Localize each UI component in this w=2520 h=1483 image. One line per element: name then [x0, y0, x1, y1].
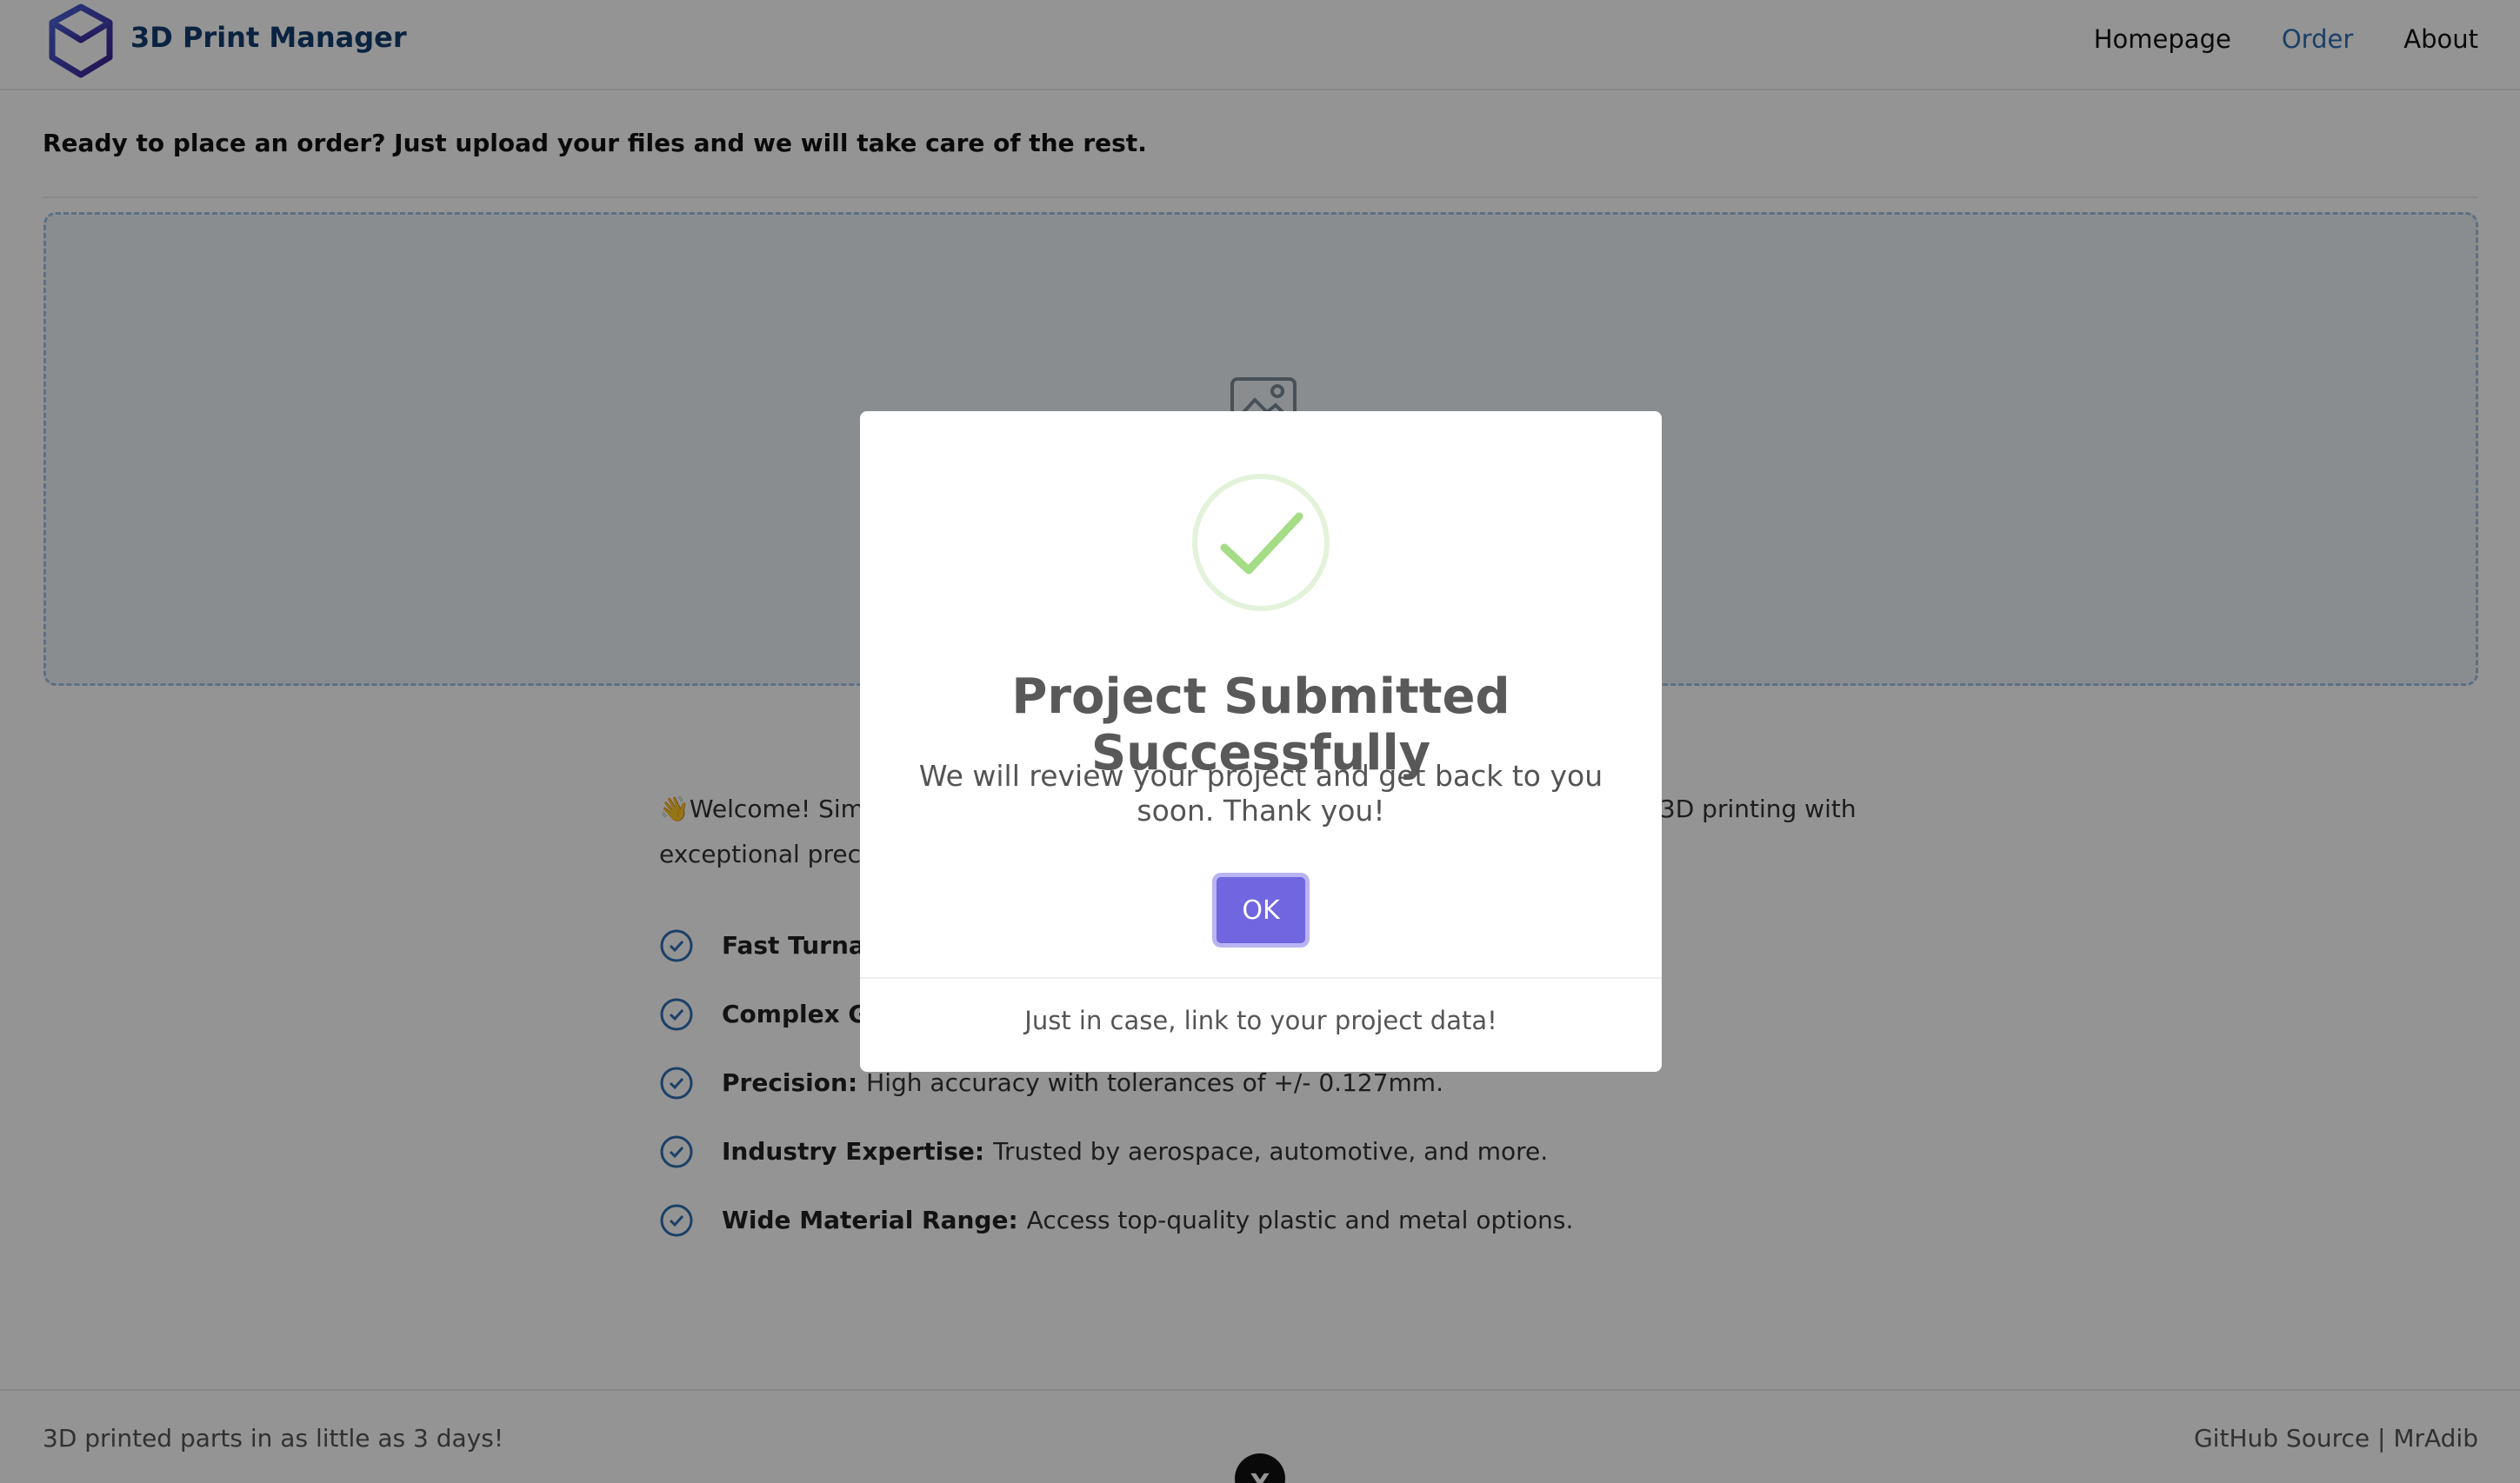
- project-data-link[interactable]: Just in case, link to your project data!: [1024, 1006, 1497, 1035]
- dialog-message: We will review your project and get back…: [918, 759, 1603, 828]
- success-check-icon: [1192, 474, 1330, 611]
- ok-button[interactable]: OK: [1212, 873, 1310, 948]
- page: 3D Print Manager Homepage Order About Re…: [0, 0, 2520, 1483]
- dialog-divider: [860, 977, 1662, 979]
- dialog-footer: Just in case, link to your project data!: [860, 1006, 1662, 1035]
- success-dialog: Project Submitted Successfully We will r…: [860, 411, 1662, 1072]
